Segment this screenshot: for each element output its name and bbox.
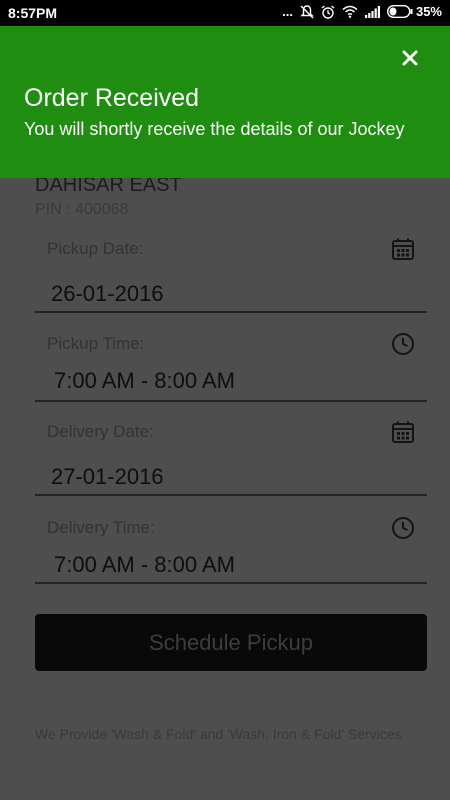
- delivery-date-label: Delivery Date:: [47, 422, 154, 441]
- calendar-icon[interactable]: [391, 237, 415, 266]
- pickup-date-label: Pickup Date:: [47, 239, 144, 258]
- battery-percent: 35%: [415, 4, 442, 19]
- notifications-off-icon: [300, 4, 314, 19]
- delivery-date-field[interactable]: Delivery Date: 27-01-2016: [35, 414, 427, 498]
- more-dots: ...: [282, 4, 293, 19]
- schedule-pickup-button[interactable]: Schedule Pickup: [35, 614, 427, 671]
- delivery-time-value: 7:00 AM - 8:00 AM: [54, 552, 235, 577]
- banner-message: You will shortly receive the details of …: [24, 119, 405, 139]
- status-bar: 8:57PM ... 35%: [0, 0, 450, 26]
- status-icons: ... 35%: [282, 4, 442, 19]
- signal-icon: [364, 5, 380, 18]
- banner-title: Order Received: [24, 84, 200, 112]
- battery-icon: [386, 5, 413, 18]
- wifi-icon: [342, 5, 358, 18]
- pickup-date-underline: [35, 311, 427, 313]
- battery: 35%: [386, 4, 442, 19]
- status-time: 8:57PM: [8, 5, 58, 21]
- alarm-icon: [321, 4, 335, 19]
- pin-code: PIN : 400068: [35, 201, 129, 218]
- pickup-time-value: 7:00 AM - 8:00 AM: [54, 368, 235, 393]
- delivery-time-field[interactable]: Delivery Time: 7:00 AM - 8:00 AM: [35, 510, 427, 588]
- clock-icon[interactable]: [391, 516, 415, 545]
- calendar-icon[interactable]: [391, 420, 415, 449]
- order-received-banner: Order Received You will shortly receive …: [0, 26, 450, 178]
- delivery-time-underline: [35, 582, 427, 584]
- services-footer: We Provide 'Wash & Fold' and 'Wash, Iron…: [35, 726, 402, 742]
- pickup-time-field[interactable]: Pickup Time: 7:00 AM - 8:00 AM: [35, 326, 427, 404]
- delivery-date-value: 27-01-2016: [51, 464, 164, 489]
- pickup-time-underline: [35, 400, 427, 402]
- close-icon[interactable]: [400, 48, 420, 68]
- pickup-date-field[interactable]: Pickup Date: 26-01-2016: [35, 231, 427, 313]
- clock-icon[interactable]: [391, 332, 415, 361]
- delivery-time-label: Delivery Time:: [47, 518, 155, 537]
- pickup-date-value: 26-01-2016: [51, 281, 164, 306]
- delivery-date-underline: [35, 494, 427, 496]
- pickup-time-label: Pickup Time:: [47, 334, 145, 353]
